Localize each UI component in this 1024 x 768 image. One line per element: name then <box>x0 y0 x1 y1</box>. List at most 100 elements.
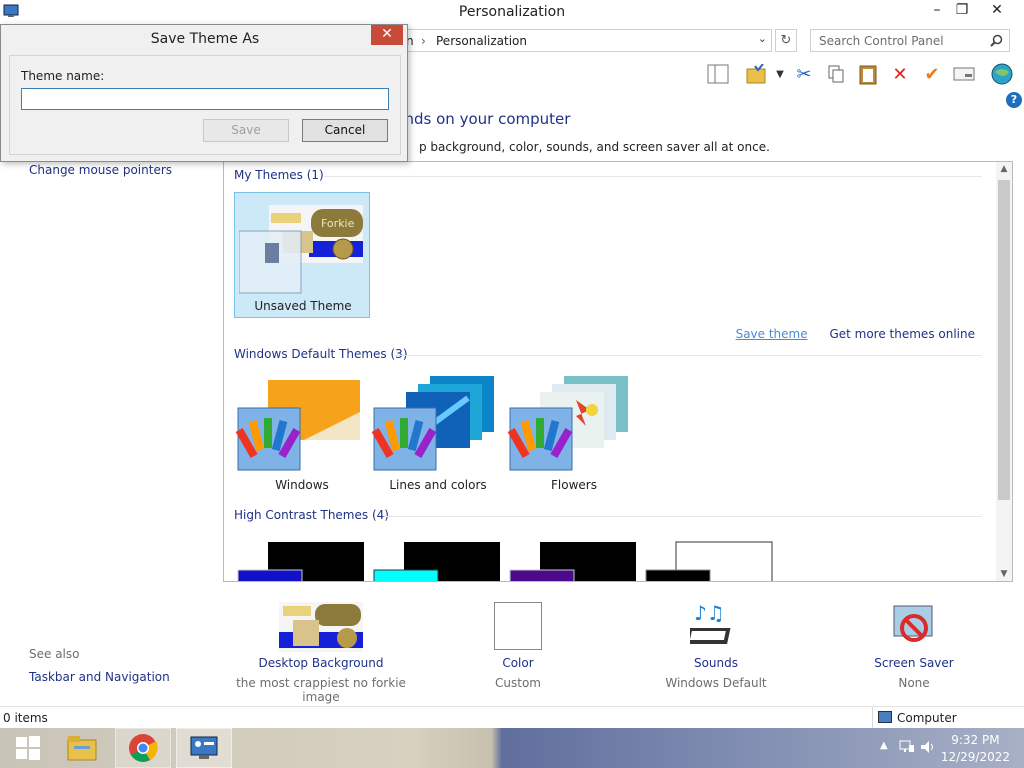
start-button[interactable] <box>0 728 56 768</box>
page-title: unds on your computer <box>395 110 571 128</box>
desktop-background-thumbnail <box>279 602 363 652</box>
clock[interactable]: 9:32 PM 12/29/2022 <box>941 732 1010 766</box>
scroll-up-icon[interactable]: ▲ <box>998 164 1010 174</box>
theme-windows[interactable]: Windows <box>234 372 370 498</box>
item-count: 0 items <box>3 711 48 725</box>
sounds-value: Windows Default <box>665 676 767 690</box>
status-bar: 0 items Computer <box>0 706 1024 729</box>
delete-icon[interactable]: ✕ <box>888 62 912 86</box>
save-button[interactable]: Save <box>203 119 289 142</box>
layout-pane-icon[interactable] <box>706 62 730 86</box>
theme-high-contrast-1[interactable] <box>234 534 370 581</box>
screen-saver-icon <box>893 605 933 642</box>
high-contrast-3-preview <box>509 542 636 581</box>
theme-label: Flowers <box>551 478 597 492</box>
computer-icon <box>878 711 892 723</box>
desktop-background-value: the most crappiest no forkie image <box>236 676 406 704</box>
theme-high-contrast-white[interactable] <box>642 534 778 581</box>
folder-options-dropdown-icon[interactable]: ▼ <box>768 62 792 86</box>
color-value: Custom <box>495 676 541 690</box>
show-hidden-icons-icon[interactable]: ▲ <box>880 740 888 751</box>
cancel-button[interactable]: Cancel <box>302 119 388 142</box>
scrollbar-thumb[interactable] <box>998 180 1010 500</box>
scroll-down-icon[interactable]: ▼ <box>998 569 1010 579</box>
search-icon[interactable] <box>990 34 1003 47</box>
refresh-button[interactable]: ↻ <box>775 29 797 52</box>
theme-label: Unsaved Theme <box>254 299 352 313</box>
color-swatch <box>494 602 542 650</box>
change-mouse-pointers-link[interactable]: Change mouse pointers <box>29 163 172 177</box>
toolbar: ▼ ✂ ✕ ✔ <box>700 62 1024 88</box>
see-also-heading: See also <box>29 647 80 661</box>
theme-unsaved[interactable]: Forkie Unsaved Theme <box>234 192 370 318</box>
maximize-button[interactable]: ❐ <box>947 0 977 22</box>
control-panel-taskbar-button[interactable] <box>176 728 232 768</box>
dialog-title: Save Theme As <box>150 31 260 47</box>
group-divider <box>384 516 982 517</box>
taskbar-navigation-link[interactable]: Taskbar and Navigation <box>29 670 170 684</box>
title-bar: Personalization – ❐ ✕ <box>0 0 1024 24</box>
chrome-taskbar-button[interactable] <box>115 728 171 768</box>
dialog-close-button[interactable]: ✕ <box>371 25 403 45</box>
high-contrast-1-preview <box>237 542 364 581</box>
network-icon[interactable] <box>899 740 915 754</box>
group-divider <box>324 176 982 177</box>
themes-list: My Themes (1) Forkie Unsaved Theme Save … <box>223 161 1013 582</box>
volume-icon[interactable] <box>920 740 936 754</box>
checkmark-icon[interactable]: ✔ <box>920 62 944 86</box>
desktop-background-link[interactable]: Desktop Background <box>231 656 411 670</box>
theme-high-contrast-3[interactable] <box>506 534 642 581</box>
folder-options-icon[interactable] <box>744 62 768 86</box>
control-panel-icon <box>190 736 218 759</box>
theme-label: Windows <box>275 478 329 492</box>
search-input[interactable]: Search Control Panel <box>819 34 944 48</box>
globe-icon[interactable] <box>990 62 1014 86</box>
windows-logo-icon <box>16 736 40 760</box>
taskbar: ▲ 9:32 PM 12/29/2022 <box>0 728 1024 768</box>
clock-time: 9:32 PM <box>951 733 1000 747</box>
get-more-themes-link[interactable]: Get more themes online <box>829 327 975 341</box>
windows-default-themes-heading: Windows Default Themes (3) <box>234 347 408 361</box>
breadcrumb-current[interactable]: Personalization <box>436 34 527 48</box>
chevron-right-icon: › <box>421 34 426 48</box>
theme-name-input[interactable] <box>21 88 389 110</box>
theme-lines-and-colors[interactable]: Lines and colors <box>370 372 506 498</box>
copy-icon[interactable] <box>824 62 848 86</box>
paste-icon[interactable] <box>856 62 880 86</box>
vertical-scrollbar[interactable]: ▲ ▼ <box>996 162 1012 581</box>
chrome-icon <box>129 734 158 762</box>
theme-label: Lines and colors <box>389 478 487 492</box>
windows-theme-preview <box>235 380 360 471</box>
page-subtitle: p background, color, sounds, and screen … <box>419 140 770 154</box>
chevron-down-icon[interactable]: ⌄ <box>758 32 767 45</box>
sounds-link[interactable]: Sounds <box>626 656 806 670</box>
address-bar[interactable]: n › Personalization ⌄ <box>380 29 772 52</box>
screen-saver-link[interactable]: Screen Saver <box>824 656 1004 670</box>
save-theme-link[interactable]: Save theme <box>736 327 808 341</box>
save-theme-dialog: Save Theme As ✕ Theme name: Save Cancel <box>0 24 408 162</box>
file-explorer-icon <box>67 736 97 761</box>
svg-text:♪♫: ♪♫ <box>694 602 725 625</box>
window-title: Personalization <box>458 4 566 20</box>
color-link[interactable]: Color <box>428 656 608 670</box>
search-box[interactable]: Search Control Panel <box>810 29 1010 52</box>
high-contrast-2-preview <box>373 542 500 581</box>
theme-flowers[interactable]: Flowers <box>506 372 642 498</box>
close-button[interactable]: ✕ <box>982 0 1012 22</box>
status-location: Computer <box>897 711 957 725</box>
theme-name-label: Theme name: <box>21 69 105 83</box>
dialog-body: Theme name: Save Cancel <box>9 55 401 155</box>
clock-date: 12/29/2022 <box>940 750 1010 764</box>
my-themes-heading: My Themes (1) <box>234 168 324 182</box>
flowers-theme-preview <box>507 376 628 471</box>
help-icon[interactable]: ? <box>1006 92 1022 108</box>
theme-high-contrast-2[interactable] <box>370 534 506 581</box>
system-tray: ▲ 9:32 PM 12/29/2022 <box>864 728 1024 768</box>
high-contrast-white-preview <box>645 541 773 581</box>
group-divider <box>394 355 982 356</box>
file-explorer-taskbar-button[interactable] <box>54 728 110 768</box>
properties-icon[interactable] <box>952 62 976 86</box>
high-contrast-themes-heading: High Contrast Themes (4) <box>234 508 389 522</box>
lines-and-colors-theme-preview <box>371 376 494 471</box>
cut-icon[interactable]: ✂ <box>792 62 816 86</box>
